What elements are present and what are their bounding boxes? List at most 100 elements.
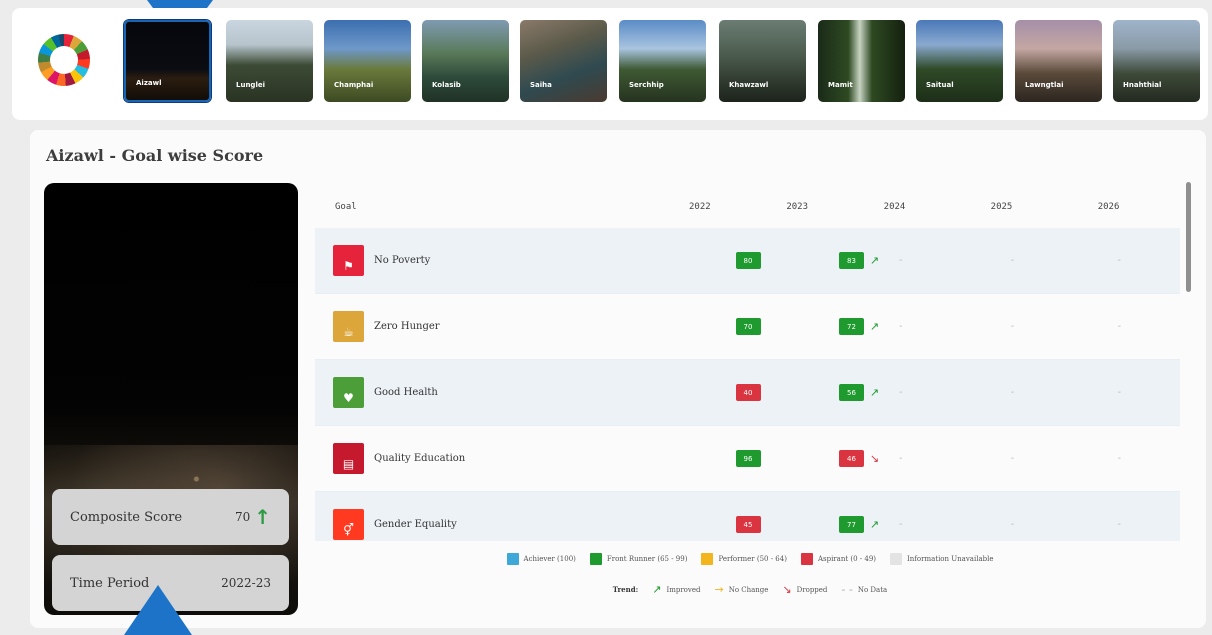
- legend-trends: Trend: ↗ Improved → No Change ↘ Dropped - - No D…: [320, 583, 1180, 596]
- goal-icon: ⚥: [333, 509, 364, 540]
- goal-icon: ☕: [333, 311, 364, 342]
- score-2026: -: [1117, 255, 1122, 266]
- district-thumb-mamit[interactable]: Mamit: [818, 20, 905, 102]
- district-thumb-saitual[interactable]: Saitual: [916, 20, 1003, 102]
- district-thumb-serchhip[interactable]: Serchhip: [619, 20, 706, 102]
- header-2025: 2025: [990, 202, 1013, 212]
- score-badge: 83: [839, 252, 864, 269]
- goal-icon: ♥: [333, 377, 364, 408]
- district-thumb-kolasib[interactable]: Kolasib: [422, 20, 509, 102]
- district-thumb-lawngtlai[interactable]: Lawngtlai: [1015, 20, 1102, 102]
- sdg-logo: [38, 34, 90, 86]
- header-2024: 2024: [883, 202, 906, 212]
- arrow-up-icon: ↑: [254, 505, 271, 529]
- header-2022: 2022: [689, 202, 711, 212]
- legend-item: Front Runner (65 - 99): [589, 553, 688, 565]
- score-2022: 40: [671, 384, 770, 401]
- district-thumb-label: Lawngtlai: [1025, 81, 1064, 89]
- score-badge: 72: [839, 318, 864, 335]
- trend-up-icon: ↗: [869, 386, 880, 399]
- legend-swatch: [589, 553, 602, 565]
- table-row[interactable]: ☕ Zero Hunger 70 72 ↗ - - -: [315, 294, 1180, 360]
- district-thumb-champhai[interactable]: Champhai: [324, 20, 411, 102]
- score-badge: 96: [735, 450, 761, 467]
- legend-swatch: [506, 553, 519, 565]
- legend-trend-label: Improved: [666, 585, 701, 594]
- goal-cell: ▤ Quality Education: [315, 443, 671, 474]
- score-2024: -: [899, 255, 903, 266]
- legend-label: Achiever (100): [523, 555, 576, 563]
- district-thumb-label: Kolasib: [432, 81, 461, 89]
- score-2024: -: [899, 453, 903, 464]
- table-row[interactable]: ♥ Good Health 40 56 ↗ - - -: [315, 360, 1180, 426]
- header-2026: 2026: [1097, 202, 1120, 212]
- score-2024: -: [899, 321, 903, 332]
- goal-name: Zero Hunger: [374, 321, 440, 332]
- score-2025: -: [1010, 453, 1015, 464]
- score-2022: 45: [671, 516, 770, 533]
- score-badge: 56: [839, 384, 864, 401]
- legend-item: Performer (50 - 64): [701, 553, 787, 565]
- legend-item: Aspirant (0 - 49): [800, 553, 876, 565]
- score-badge: 77: [839, 516, 864, 533]
- score-2026: -: [1117, 519, 1122, 530]
- goal-name: Gender Equality: [374, 519, 457, 530]
- district-thumb-label: Mamit: [828, 81, 853, 89]
- goal-name: Good Health: [374, 387, 438, 398]
- table-row[interactable]: ▤ Quality Education 96 46 ↘ - - -: [315, 426, 1180, 492]
- legend-trend-label: No Change: [728, 585, 769, 594]
- goal-cell: ⚥ Gender Equality: [315, 509, 671, 540]
- header-goal: Goal: [335, 202, 357, 212]
- district-thumb-label: Saiha: [530, 81, 552, 89]
- score-badge: 40: [735, 384, 761, 401]
- table-body: ⚑ No Poverty 80 83 ↗ - - - ☕ Zero Hunger…: [315, 228, 1180, 541]
- district-thumb-label: Saitual: [926, 81, 954, 89]
- score-badge: 80: [735, 252, 761, 269]
- district-thumb-aizawl[interactable]: Aizawl: [124, 20, 211, 102]
- score-2022: 70: [671, 318, 770, 335]
- trend-down-icon: ↘: [869, 452, 880, 465]
- district-thumb-label: Lunglei: [236, 81, 265, 89]
- district-thumb-saiha[interactable]: Saiha: [520, 20, 607, 102]
- composite-score-box: Composite Score 70 ↑: [52, 489, 289, 545]
- trend-icon: - -: [841, 583, 853, 596]
- legend-trend-title: Trend:: [612, 585, 639, 594]
- score-2023: 72 ↗: [769, 318, 879, 335]
- district-thumb-lunglei[interactable]: Lunglei: [226, 20, 313, 102]
- district-thumb-label: Khawzawl: [729, 81, 769, 89]
- score-badge: 70: [735, 318, 761, 335]
- goal-table[interactable]: Goal 2022 2023 2024 2025 2026 ⚑ No Pover…: [315, 186, 1180, 541]
- legend-swatch: [800, 553, 813, 565]
- score-2024: -: [899, 519, 903, 530]
- score-badge: 46: [839, 450, 864, 467]
- header-2023: 2023: [786, 202, 809, 212]
- goal-cell: ♥ Good Health: [315, 377, 671, 408]
- score-2022: 80: [671, 252, 770, 269]
- score-2025: -: [1010, 321, 1015, 332]
- legend-label: Information Unavailable: [907, 555, 994, 563]
- legend-trend-label: No Data: [857, 585, 888, 594]
- table-header: Goal 2022 2023 2024 2025 2026: [315, 186, 1180, 228]
- table-scrollbar[interactable]: [1186, 182, 1191, 292]
- table-row[interactable]: ⚑ No Poverty 80 83 ↗ - - -: [315, 228, 1180, 294]
- score-2023: 83 ↗: [769, 252, 879, 269]
- table-row[interactable]: ⚥ Gender Equality 45 77 ↗ - - -: [315, 492, 1180, 541]
- district-thumb-label: Hnahthial: [1123, 81, 1162, 89]
- district-thumb-khawzawl[interactable]: Khawzawl: [719, 20, 806, 102]
- trend-up-icon: ↗: [869, 518, 880, 531]
- score-2025: -: [1010, 519, 1015, 530]
- score-2026: -: [1117, 321, 1122, 332]
- district-thumb-label: Champhai: [334, 81, 374, 89]
- composite-score-label: Composite Score: [70, 509, 183, 525]
- score-2023: 56 ↗: [769, 384, 879, 401]
- score-2022: 96: [671, 450, 770, 467]
- district-thumb-hnahthial[interactable]: Hnahthial: [1113, 20, 1200, 102]
- trend-icon: ↘: [782, 583, 792, 596]
- section-title: Aizawl - Goal wise Score: [46, 146, 264, 165]
- legend-trend-label: Dropped: [796, 585, 828, 594]
- score-2026: -: [1117, 387, 1122, 398]
- legend-label: Front Runner (65 - 99): [606, 555, 688, 563]
- legend-trend-item: → No Change: [714, 583, 768, 596]
- city-image-panel: Composite Score 70 ↑ Time Period 2022-23: [44, 183, 298, 615]
- legend-swatch: [890, 553, 903, 565]
